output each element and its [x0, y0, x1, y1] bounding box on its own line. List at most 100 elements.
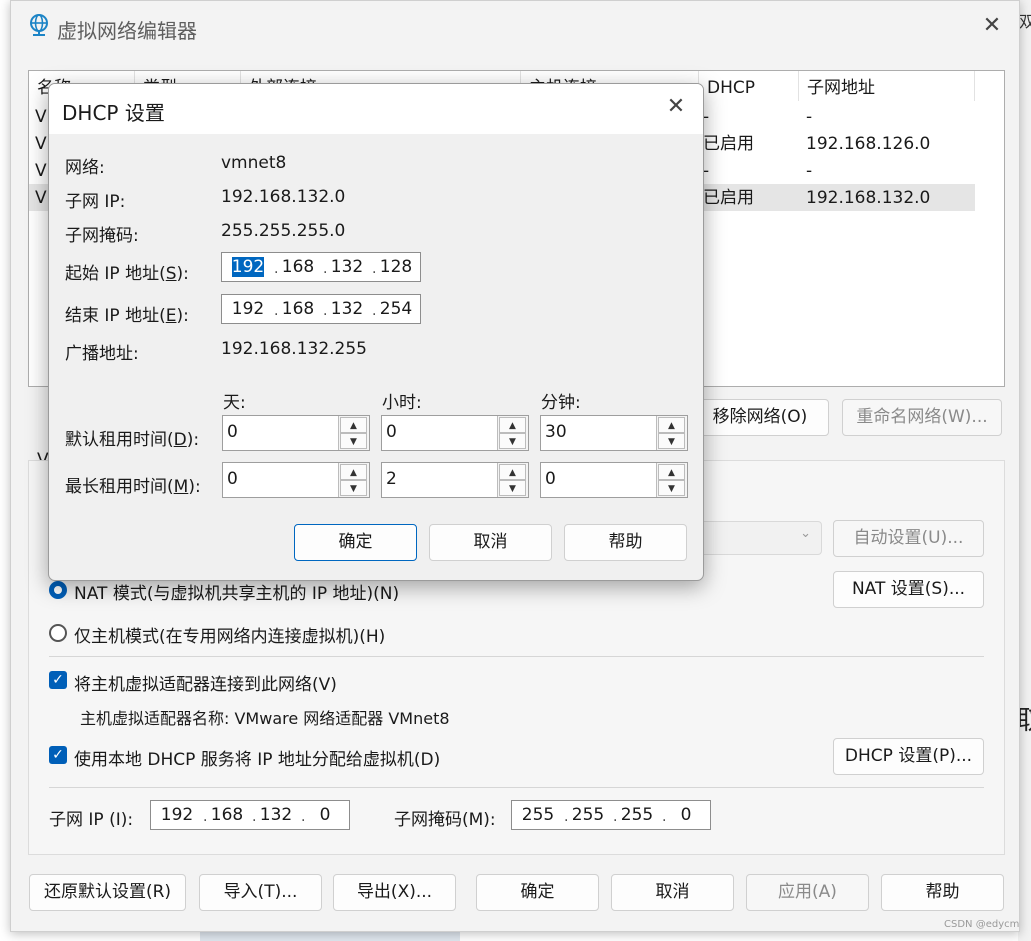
table-cell-subnet[interactable]: - [806, 158, 812, 185]
arrow-down-icon[interactable]: ▼ [658, 480, 685, 496]
mask-octet[interactable]: 255 [516, 801, 560, 829]
column-header-dhcp[interactable]: DHCP [699, 71, 799, 101]
max-lease-days-spinner[interactable]: 0 ▲ ▼ [222, 462, 370, 498]
dhcp-help-button[interactable]: 帮助 [564, 524, 687, 561]
background-text: 双 [1019, 12, 1031, 31]
table-cell-subnet[interactable]: - [806, 104, 812, 131]
label-text: 默认租用时间( [65, 430, 174, 450]
default-lease-hours-spinner[interactable]: 0 ▲ ▼ [381, 415, 529, 451]
label-text: 起始 IP 地址( [65, 264, 166, 284]
table-cell-subnet[interactable]: 192.168.126.0 [806, 131, 930, 158]
close-icon[interactable]: ✕ [661, 94, 691, 124]
nat-mode-radio[interactable] [49, 581, 67, 599]
table-cell-subnet[interactable]: 192.168.132.0 [806, 185, 930, 212]
arrow-up-icon[interactable]: ▲ [658, 417, 685, 433]
ip-octet[interactable]: 254 [374, 295, 418, 323]
arrow-up-icon[interactable]: ▲ [658, 464, 685, 480]
ip-octet[interactable]: 192 [155, 801, 199, 829]
max-lease-label: 最长租用时间(M): [65, 472, 201, 497]
ip-octet[interactable]: 192 [226, 253, 270, 281]
host-only-radio[interactable] [49, 624, 67, 642]
end-ip-input[interactable]: 192 . 168 . 132 . 254 [221, 294, 421, 324]
dhcp-cancel-button[interactable]: 取消 [429, 524, 552, 561]
help-button[interactable]: 帮助 [881, 874, 1004, 911]
use-dhcp-label[interactable]: 使用本地 DHCP 服务将 IP 地址分配给虚拟机(D) [74, 745, 440, 770]
spinner-value[interactable]: 0 [227, 416, 238, 450]
days-label: 天: [223, 393, 246, 413]
connect-adapter-checkbox[interactable]: ✓ [49, 671, 67, 689]
nat-mode-label[interactable]: NAT 模式(与虚拟机共享主机的 IP 地址)(N) [74, 579, 399, 604]
subnet-ip-input[interactable]: 192 . 168 . 132 . 0 [150, 800, 350, 830]
spinner-value[interactable]: 0 [545, 463, 556, 497]
ip-octet[interactable]: 132 [254, 801, 298, 829]
arrow-up-icon[interactable]: ▲ [499, 417, 526, 433]
start-ip-input[interactable]: 192 . 168 . 132 . 128 [221, 252, 421, 282]
max-lease-minutes-spinner[interactable]: 0 ▲ ▼ [540, 462, 688, 498]
spinner-buttons: ▲ ▼ [497, 463, 528, 497]
restore-defaults-button[interactable]: 还原默认设置(R) [29, 874, 186, 911]
spinner-buttons: ▲ ▼ [497, 416, 528, 450]
ip-octet[interactable]: 168 [276, 253, 320, 281]
spinner-value[interactable]: 0 [386, 416, 397, 450]
arrow-down-icon[interactable]: ▼ [499, 480, 526, 496]
table-cell-dhcp[interactable]: 已启用 [703, 131, 754, 158]
table-cell-dhcp[interactable]: 已启用 [703, 185, 754, 212]
connect-adapter-label[interactable]: 将主机虚拟适配器连接到此网络(V) [74, 670, 337, 695]
spinner-value[interactable]: 30 [545, 416, 567, 450]
ip-octet[interactable]: 132 [325, 253, 369, 281]
mask-octet[interactable]: 255 [566, 801, 610, 829]
ok-button[interactable]: 确定 [476, 874, 599, 911]
remove-network-button[interactable]: 移除网络(O) [691, 399, 829, 436]
arrow-up-icon[interactable]: ▲ [340, 417, 367, 433]
ip-octet[interactable]: 0 [303, 801, 347, 829]
import-button[interactable]: 导入(T)... [199, 874, 322, 911]
arrow-up-icon[interactable]: ▲ [499, 464, 526, 480]
host-only-label[interactable]: 仅主机模式(在专用网络内连接虚拟机)(H) [74, 622, 385, 647]
export-button[interactable]: 导出(X)... [333, 874, 456, 911]
ip-octet[interactable]: 168 [276, 295, 320, 323]
divider [49, 787, 984, 788]
dhcp-ok-button[interactable]: 确定 [294, 524, 417, 561]
rename-network-button[interactable]: 重命名网络(W)... [842, 399, 1002, 436]
arrow-up-icon[interactable]: ▲ [340, 464, 367, 480]
label-text: ): [176, 306, 189, 326]
arrow-down-icon[interactable]: ▼ [499, 433, 526, 449]
default-lease-minutes-spinner[interactable]: 30 ▲ ▼ [540, 415, 688, 451]
ip-octet[interactable]: 168 [205, 801, 249, 829]
auto-settings-button[interactable]: 自动设置(U)... [833, 520, 984, 557]
cancel-button[interactable]: 取消 [611, 874, 734, 911]
chevron-down-icon: ⌄ [800, 526, 811, 541]
default-lease-days-spinner[interactable]: 0 ▲ ▼ [222, 415, 370, 451]
subnet-ip-label: 子网 IP: [65, 192, 126, 212]
nat-settings-button[interactable]: NAT 设置(S)... [833, 571, 984, 608]
use-dhcp-checkbox[interactable]: ✓ [49, 746, 67, 764]
access-key: S [165, 264, 177, 284]
ip-octet[interactable]: 192 [226, 295, 270, 323]
broadcast-label: 广播地址: [65, 344, 139, 364]
window-title: 虚拟网络编辑器 [57, 19, 197, 43]
subnet-mask-input[interactable]: 255 . 255 . 255 . 0 [511, 800, 711, 830]
arrow-down-icon[interactable]: ▼ [340, 480, 367, 496]
apply-button[interactable]: 应用(A) [746, 874, 869, 911]
network-globe-icon [30, 14, 48, 36]
mask-octet[interactable]: 255 [615, 801, 659, 829]
adapter-name-text: 主机虚拟适配器名称: VMware 网络适配器 VMnet8 [80, 709, 450, 728]
close-icon[interactable]: ✕ [977, 13, 1007, 43]
ip-octet[interactable]: 128 [374, 253, 418, 281]
hours-label: 小时: [382, 393, 422, 413]
spinner-value[interactable]: 0 [227, 463, 238, 497]
arrow-down-icon[interactable]: ▼ [340, 433, 367, 449]
arrow-down-icon[interactable]: ▼ [658, 433, 685, 449]
end-ip-label: 结束 IP 地址(E): [65, 301, 189, 326]
spinner-buttons: ▲ ▼ [338, 463, 369, 497]
max-lease-hours-spinner[interactable]: 2 ▲ ▼ [381, 462, 529, 498]
dhcp-settings-button[interactable]: DHCP 设置(P)... [833, 738, 984, 775]
minutes-label: 分钟: [541, 393, 581, 413]
column-header-subnet[interactable]: 子网地址 [799, 71, 975, 101]
dialog-title-bar: DHCP 设置 ✕ [49, 84, 703, 134]
ip-octet[interactable]: 132 [325, 295, 369, 323]
subnet-mask-value: 255.255.255.0 [221, 221, 346, 241]
spinner-value[interactable]: 2 [386, 463, 397, 497]
subnet-mask-label: 子网掩码(M): [394, 810, 496, 830]
mask-octet[interactable]: 0 [664, 801, 708, 829]
